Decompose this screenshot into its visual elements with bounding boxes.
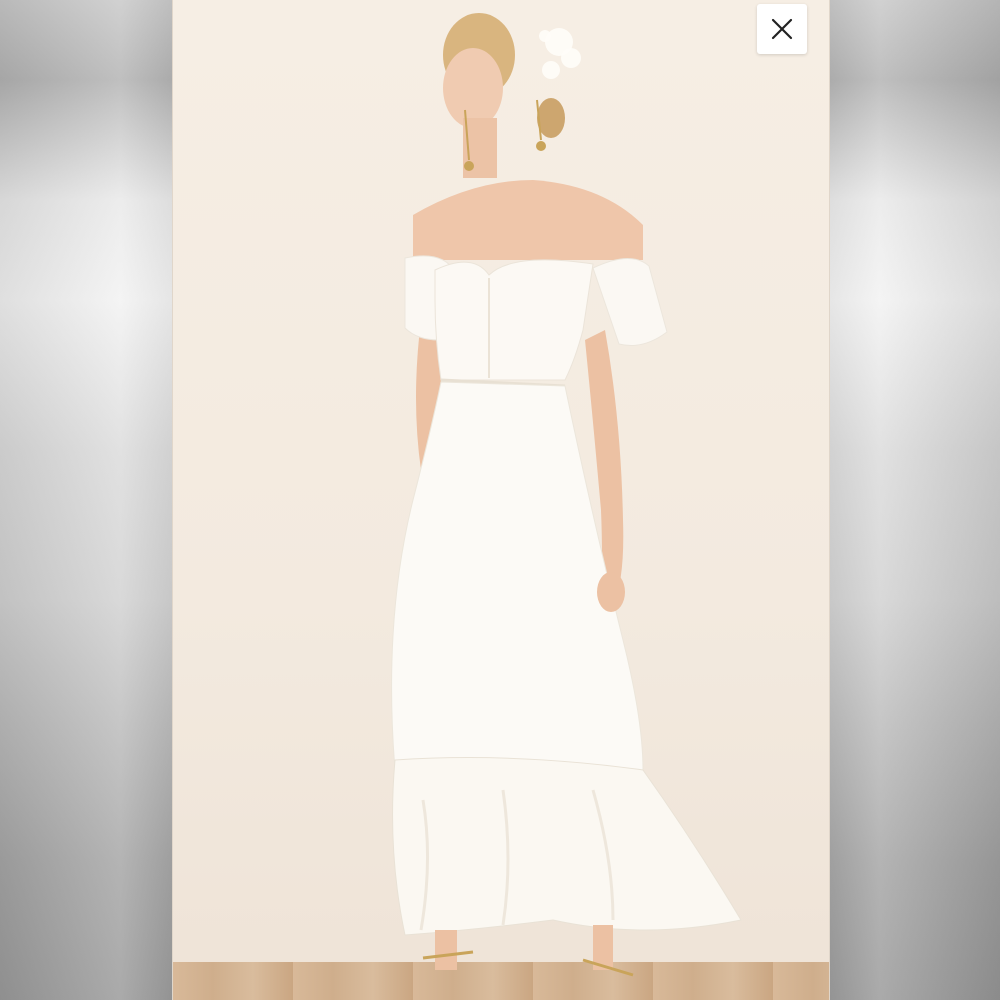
image-viewer: [0, 0, 1000, 1000]
dress-ruffle-hem: [392, 757, 742, 936]
close-icon: [771, 18, 793, 40]
blurred-background-left: [0, 0, 172, 1000]
product-photo: [172, 0, 830, 1000]
close-button[interactable]: [757, 4, 807, 54]
hair-flowers: [539, 28, 581, 79]
face: [443, 48, 503, 128]
model-illustration: [391, 13, 742, 977]
blurred-background-right: [828, 0, 1000, 1000]
dress-bodice: [434, 259, 594, 381]
